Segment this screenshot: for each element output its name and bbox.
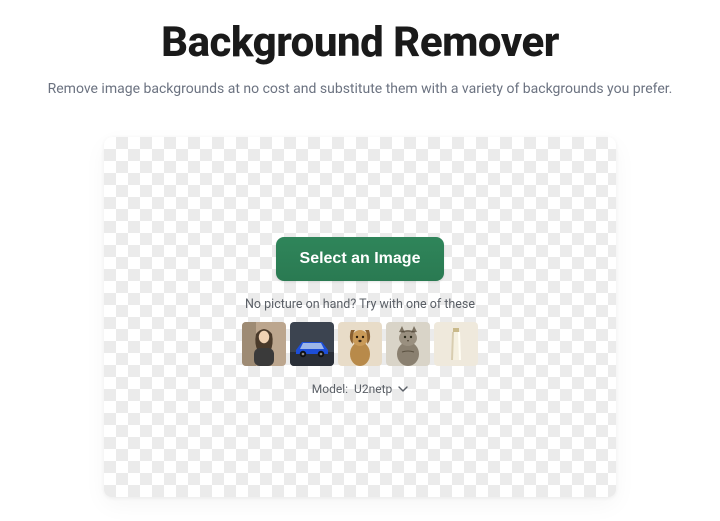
model-label: Model: (312, 382, 348, 396)
sample-dog[interactable] (338, 322, 382, 366)
sample-car[interactable] (290, 322, 334, 366)
sample-row (242, 322, 478, 366)
sample-person[interactable] (242, 322, 286, 366)
chevron-down-icon (398, 384, 408, 394)
sample-cat[interactable] (386, 322, 430, 366)
model-value: U2netp (354, 382, 392, 396)
upload-panel: Select an Image No picture on hand? Try … (222, 217, 498, 417)
sample-hint: No picture on hand? Try with one of thes… (242, 297, 478, 312)
select-image-button[interactable]: Select an Image (276, 237, 445, 281)
image-drop-canvas[interactable]: Select an Image No picture on hand? Try … (104, 137, 616, 497)
sample-cosmetic-tube[interactable] (434, 322, 478, 366)
model-selector[interactable]: Model: U2netp (312, 382, 408, 396)
page-title: Background Remover (0, 18, 720, 67)
page-subtitle: Remove image backgrounds at no cost and … (0, 81, 720, 97)
